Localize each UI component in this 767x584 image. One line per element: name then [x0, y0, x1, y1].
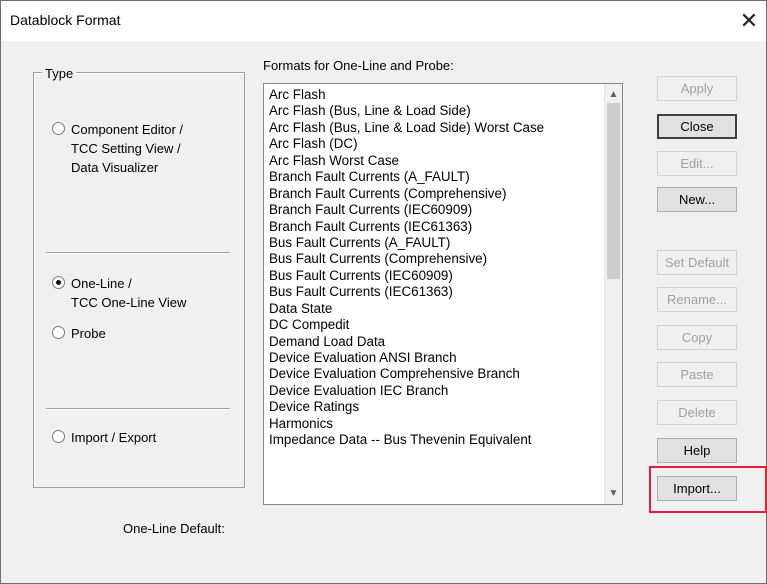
list-item[interactable]: Arc Flash (Bus, Line & Load Side) Worst … [269, 120, 622, 136]
rename-button[interactable]: Rename... [657, 287, 737, 312]
new-button[interactable]: New... [657, 187, 737, 212]
list-item[interactable]: Bus Fault Currents (A_FAULT) [269, 235, 622, 251]
type-separator [46, 252, 230, 254]
title-bar: Datablock Format ✕ [1, 1, 766, 41]
list-item[interactable]: Arc Flash (Bus, Line & Load Side) [269, 103, 622, 119]
list-item[interactable]: Arc Flash Worst Case [269, 153, 622, 169]
list-item[interactable]: Arc Flash (DC) [269, 136, 622, 152]
list-item[interactable]: Branch Fault Currents (IEC60909) [269, 202, 622, 218]
one-line-default-label: One-Line Default: [123, 521, 225, 536]
formats-list: Arc Flash Arc Flash (Bus, Line & Load Si… [264, 84, 622, 449]
close-button[interactable]: Close [657, 114, 737, 139]
formats-scrollbar[interactable]: ▲ ▼ [604, 84, 622, 504]
delete-button[interactable]: Delete [657, 400, 737, 425]
close-icon[interactable]: ✕ [732, 1, 766, 41]
radio-import-export[interactable]: Import / Export [52, 428, 156, 447]
list-item[interactable]: Bus Fault Currents (IEC61363) [269, 284, 622, 300]
formats-listbox[interactable]: Arc Flash Arc Flash (Bus, Line & Load Si… [263, 83, 623, 505]
set-default-button[interactable]: Set Default [657, 250, 737, 275]
list-item[interactable]: Device Evaluation Comprehensive Branch [269, 366, 622, 382]
list-item[interactable]: Device Ratings [269, 399, 622, 415]
radio-one-line[interactable]: One-Line / TCC One-Line View [52, 274, 186, 312]
list-item[interactable]: Impedance Data -- Bus Thevenin Equivalen… [269, 432, 622, 448]
apply-button[interactable]: Apply [657, 76, 737, 101]
copy-button[interactable]: Copy [657, 325, 737, 350]
type-group-legend: Type [42, 66, 77, 81]
scroll-up-icon[interactable]: ▲ [605, 86, 622, 103]
dialog-title: Datablock Format [10, 12, 121, 28]
scroll-thumb[interactable] [607, 103, 620, 279]
list-item[interactable]: Data State [269, 301, 622, 317]
radio-component-editor[interactable]: Component Editor / TCC Setting View / Da… [52, 120, 183, 177]
type-separator [46, 408, 230, 410]
radio-probe[interactable]: Probe [52, 324, 106, 343]
radio-import-export-label: Import / Export [71, 430, 157, 445]
list-item[interactable]: Demand Load Data [269, 334, 622, 350]
scroll-down-icon[interactable]: ▼ [605, 485, 622, 502]
list-item[interactable]: Device Evaluation ANSI Branch [269, 350, 622, 366]
list-item[interactable]: Bus Fault Currents (Comprehensive) [269, 251, 622, 267]
radio-circle-icon[interactable] [52, 326, 65, 339]
help-button[interactable]: Help [657, 438, 737, 463]
radio-one-line-label: One-Line / TCC One-Line View [71, 276, 187, 310]
radio-circle-icon[interactable] [52, 430, 65, 443]
radio-selected-icon[interactable] [52, 276, 65, 289]
import-highlight-box [649, 466, 767, 513]
list-item[interactable]: Arc Flash [269, 87, 622, 103]
edit-button[interactable]: Edit... [657, 151, 737, 176]
formats-label: Formats for One-Line and Probe: [263, 58, 454, 73]
list-item[interactable]: Harmonics [269, 416, 622, 432]
radio-circle-icon[interactable] [52, 122, 65, 135]
list-item[interactable]: Branch Fault Currents (IEC61363) [269, 219, 622, 235]
list-item[interactable]: Branch Fault Currents (A_FAULT) [269, 169, 622, 185]
paste-button[interactable]: Paste [657, 362, 737, 387]
list-item[interactable]: DC Compedit [269, 317, 622, 333]
list-item[interactable]: Bus Fault Currents (IEC60909) [269, 268, 622, 284]
radio-probe-label: Probe [71, 326, 106, 341]
list-item[interactable]: Device Evaluation IEC Branch [269, 383, 622, 399]
radio-component-editor-label: Component Editor / TCC Setting View / Da… [71, 122, 184, 175]
list-item[interactable]: Branch Fault Currents (Comprehensive) [269, 186, 622, 202]
